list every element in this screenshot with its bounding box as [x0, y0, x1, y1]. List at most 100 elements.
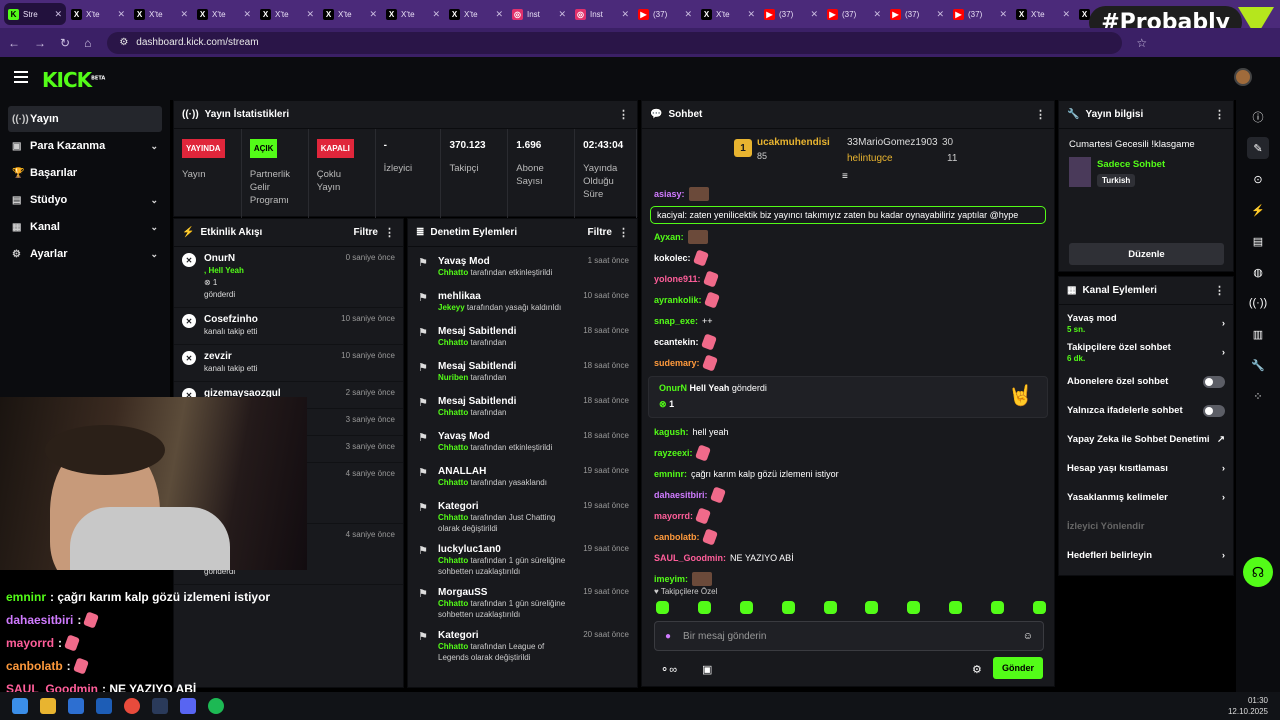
- moderation-actor[interactable]: Chhatto: [438, 478, 468, 487]
- reload-icon[interactable]: ↻: [60, 36, 70, 50]
- chat-username[interactable]: imeyim:: [654, 570, 688, 588]
- close-icon[interactable]: ✕: [999, 9, 1007, 20]
- browser-tab[interactable]: X X'te ✕: [256, 3, 318, 25]
- apps-icon[interactable]: ⁘: [1247, 385, 1269, 407]
- toggle-switch[interactable]: [1203, 375, 1225, 388]
- chat-username[interactable]: yolone911:: [654, 270, 701, 288]
- sidebar-item[interactable]: ▣ Para Kazanma ⌄: [8, 133, 162, 159]
- stream-category[interactable]: Sadece Sohbet: [1097, 159, 1165, 170]
- site-info-icon[interactable]: ⚙: [119, 37, 128, 48]
- browser-tab[interactable]: X X'te ✕: [697, 3, 759, 25]
- emote-icon[interactable]: [697, 601, 711, 614]
- chevron-right-icon[interactable]: ›: [1222, 492, 1225, 503]
- activity-filter-button[interactable]: Filtre: [354, 227, 378, 238]
- bookmark-star-icon[interactable]: ☆: [1136, 36, 1147, 50]
- document-icon[interactable]: ▤: [1247, 230, 1269, 252]
- close-icon[interactable]: ✕: [936, 9, 944, 20]
- emote-icon[interactable]: [656, 601, 669, 614]
- moderation-actor[interactable]: Chhatto: [438, 443, 468, 452]
- chat-username[interactable]: ayrankolik:: [654, 291, 702, 309]
- moderation-actor[interactable]: Chhatto: [438, 599, 468, 608]
- sidebar-item[interactable]: 🏆 Başarılar: [8, 160, 162, 186]
- moderation-actor[interactable]: Chhatto: [438, 513, 468, 522]
- expand-leaderboard-icon[interactable]: ≡: [842, 171, 848, 182]
- browser-tab[interactable]: ▶ (37) ✕: [886, 3, 948, 25]
- channel-action-item[interactable]: Abonelere özel sohbet: [1059, 367, 1233, 396]
- external-link-icon[interactable]: ↗: [1217, 434, 1225, 445]
- moderation-filter-button[interactable]: Filtre: [588, 227, 612, 238]
- chat-settings-icon[interactable]: ⚙: [972, 663, 982, 676]
- chat-username[interactable]: SAUL_Goodmin:: [654, 549, 726, 567]
- chevron-down-icon[interactable]: ⌄: [150, 141, 158, 152]
- channel-action-item[interactable]: Hesap yaşı kısıtlaması ›: [1059, 454, 1233, 483]
- moderation-actor[interactable]: Chhatto: [438, 642, 468, 651]
- explorer-icon[interactable]: [40, 698, 56, 714]
- browser-tab[interactable]: X X'te ✕: [382, 3, 444, 25]
- chevron-right-icon[interactable]: ›: [1222, 550, 1225, 561]
- store-icon[interactable]: ▣: [702, 663, 712, 676]
- event-username[interactable]: Cosefzinho: [204, 314, 333, 326]
- browser-tab[interactable]: K Stre ✕: [4, 3, 66, 25]
- emote-icon[interactable]: [781, 601, 795, 614]
- chevron-right-icon[interactable]: ›: [1222, 347, 1225, 358]
- close-icon[interactable]: ✕: [117, 9, 125, 20]
- close-icon[interactable]: ✕: [810, 9, 818, 20]
- menu-icon[interactable]: [14, 71, 28, 86]
- browser-tab[interactable]: ▶ (37) ✕: [760, 3, 822, 25]
- broadcast-icon[interactable]: ((·)): [1247, 292, 1269, 314]
- store-icon[interactable]: [68, 698, 84, 714]
- avatar[interactable]: [1234, 68, 1252, 86]
- close-icon[interactable]: ✕: [495, 9, 503, 20]
- browser-tab[interactable]: ◎ Inst ✕: [571, 3, 633, 25]
- moderation-actor[interactable]: Chhatto: [438, 268, 468, 277]
- browser-tab[interactable]: X X'te ✕: [193, 3, 255, 25]
- chat-username[interactable]: dahaesitbiri:: [654, 486, 708, 504]
- wrench-icon[interactable]: 🔧: [1247, 354, 1269, 376]
- close-icon[interactable]: ✕: [747, 9, 755, 20]
- close-icon[interactable]: ✕: [243, 9, 251, 20]
- channel-action-item[interactable]: Takipçilere özel sohbet 6 dk. ›: [1059, 338, 1233, 367]
- chat-username[interactable]: rayzeexi:: [654, 444, 693, 462]
- browser-tab[interactable]: ▶ (37) ✕: [949, 3, 1011, 25]
- channel-action-item[interactable]: Yavaş mod 5 sn. ›: [1059, 309, 1233, 338]
- back-icon[interactable]: ←: [8, 36, 20, 50]
- send-button[interactable]: Gönder: [993, 657, 1043, 679]
- more-icon[interactable]: ⋮: [1035, 108, 1046, 121]
- kick-logo[interactable]: KICKBETA: [42, 68, 105, 92]
- chat-username[interactable]: kokolec:: [654, 249, 691, 267]
- close-icon[interactable]: ✕: [306, 9, 314, 20]
- outlook-icon[interactable]: [96, 698, 112, 714]
- close-icon[interactable]: ✕: [1062, 9, 1070, 20]
- close-icon[interactable]: ✕: [54, 9, 62, 20]
- chat-tools-icon[interactable]: ⚬∞: [660, 663, 677, 676]
- browser-tab[interactable]: X X'te ✕: [445, 3, 507, 25]
- emote-icon[interactable]: [991, 601, 1004, 614]
- chat-input[interactable]: ● Bir mesaj gönderin ☺: [654, 621, 1044, 651]
- more-icon[interactable]: ⋮: [1214, 108, 1225, 121]
- channel-action-item[interactable]: Hedefleri belirleyin ›: [1059, 541, 1233, 570]
- close-icon[interactable]: ✕: [873, 9, 881, 20]
- bolt-icon[interactable]: ⚡: [1247, 199, 1269, 221]
- chat-username[interactable]: kagush:: [654, 423, 689, 441]
- layout-icon[interactable]: ▥: [1247, 323, 1269, 345]
- chat-username[interactable]: sudemary:: [654, 354, 700, 372]
- more-icon[interactable]: ⋮: [1214, 284, 1225, 297]
- chat-icon[interactable]: ◍: [1247, 261, 1269, 283]
- close-icon[interactable]: ✕: [432, 9, 440, 20]
- chat-username[interactable]: emninr:: [654, 465, 687, 483]
- emote-icon[interactable]: [865, 601, 879, 614]
- chevron-down-icon[interactable]: ⌄: [150, 222, 158, 233]
- toggle-switch[interactable]: [1203, 404, 1225, 417]
- chat-username[interactable]: snap_exe:: [654, 312, 698, 330]
- moderation-actor[interactable]: Chhatto: [438, 556, 468, 565]
- chevron-down-icon[interactable]: ⌄: [150, 249, 158, 260]
- chat-username[interactable]: asiasy:: [654, 185, 685, 203]
- event-username[interactable]: OnurN: [204, 253, 338, 265]
- pencil-icon[interactable]: ✎: [1247, 137, 1269, 159]
- info-icon[interactable]: ⓘ: [1247, 106, 1269, 128]
- mic-icon[interactable]: ●: [665, 631, 671, 642]
- channel-action-item[interactable]: Yasaklanmış kelimeler ›: [1059, 483, 1233, 512]
- emote-icon[interactable]: [1032, 601, 1046, 614]
- steam-icon[interactable]: [152, 698, 168, 714]
- close-icon[interactable]: ✕: [621, 9, 629, 20]
